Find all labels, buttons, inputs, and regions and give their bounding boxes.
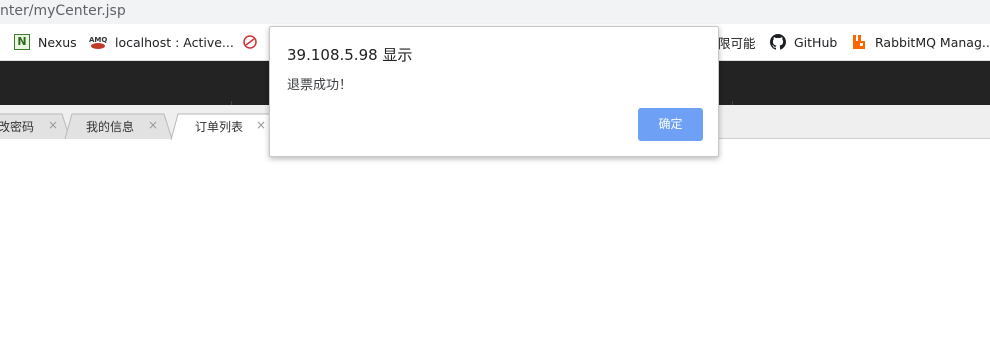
nexus-icon: N <box>14 34 30 50</box>
rabbitmq-icon <box>851 34 867 50</box>
bookmark-partial[interactable]: 限可能 <box>718 32 756 52</box>
url-text[interactable]: nter/myCenter.jsp <box>0 1 126 21</box>
tab-my-info[interactable]: 我的信息 × <box>64 113 176 139</box>
svg-text:AMQ: AMQ <box>89 36 107 44</box>
alert-dialog: 39.108.5.98 显示 退票成功！ 确定 <box>269 26 719 157</box>
bookmark-label: GitHub <box>794 34 838 50</box>
close-icon[interactable]: × <box>256 118 266 132</box>
bookmark-activemq[interactable]: AMQ localhost : Active... <box>89 32 234 52</box>
tab-label: 订单列表 <box>195 120 244 134</box>
dialog-title: 39.108.5.98 显示 <box>287 46 413 64</box>
tab-label: 我的信息 <box>86 120 135 134</box>
close-icon[interactable]: × <box>148 118 158 132</box>
bookmark-label: Nexus <box>38 34 77 50</box>
tab-order-list[interactable]: 订单列表 × <box>170 113 274 140</box>
bookmark-label: RabbitMQ Manag... <box>875 34 990 50</box>
address-bar[interactable]: nter/myCenter.jsp <box>0 0 990 24</box>
bookmark-github[interactable]: GitHub <box>770 32 837 52</box>
tab-change-password[interactable]: 改密码 × <box>0 113 72 139</box>
tab-label: 改密码 <box>0 120 35 134</box>
dialog-message: 退票成功！ <box>287 78 353 93</box>
ok-button[interactable]: 确定 <box>638 108 703 141</box>
bookmark-label: 限可能 <box>718 35 756 51</box>
bookmark-rabbitmq[interactable]: RabbitMQ Manag... <box>851 32 990 52</box>
activemq-icon: AMQ <box>89 34 107 50</box>
bookmark-nexus[interactable]: N Nexus <box>14 32 77 52</box>
github-icon <box>770 34 786 50</box>
bookmark-label: localhost : Active... <box>115 34 234 50</box>
close-icon[interactable]: × <box>48 118 58 132</box>
red-bookmark-icon <box>242 34 258 50</box>
bookmark-red[interactable] <box>242 32 266 52</box>
